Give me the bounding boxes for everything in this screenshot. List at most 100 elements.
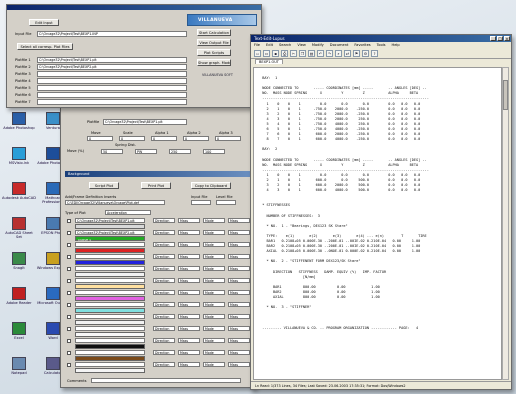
row-checkbox[interactable] [67, 339, 71, 343]
curve-color-bar[interactable] [75, 368, 145, 373]
copy-icon[interactable]: ❐ [299, 50, 306, 57]
row-control-select[interactable]: Mode [203, 326, 225, 331]
row-control-select[interactable]: Mass [178, 266, 200, 271]
row-control-select[interactable]: Direction [153, 302, 175, 307]
curve-color-bar[interactable] [75, 284, 145, 289]
row-checkbox[interactable] [67, 219, 71, 223]
plot-path-input[interactable] [75, 314, 145, 319]
curve-color-bar[interactable] [75, 260, 145, 265]
desktop-icon[interactable]: Excel [2, 322, 36, 340]
plot-path-input[interactable] [75, 326, 145, 331]
select-all-plotfiles-button[interactable]: Select all corresp. Plot Files [17, 43, 73, 50]
row-control-select[interactable]: Mass [178, 350, 200, 355]
value-field[interactable]: 0 [183, 136, 209, 141]
definition-input[interactable]: C:\EDI\Orcage32\Villanueva\Orcage\Plot.d… [65, 200, 165, 205]
row-control-select[interactable]: Mass [178, 290, 200, 295]
row-control-select[interactable]: Direction [153, 326, 175, 331]
value-field[interactable]: 0 [151, 136, 177, 141]
input-file-field[interactable]: C:\Orcage32\Project\Test\BEXP1.INP [37, 31, 187, 37]
plotfile-input[interactable] [37, 85, 187, 91]
help-icon[interactable]: ? [371, 50, 378, 57]
row-control-select[interactable]: Mass [178, 338, 200, 343]
row-checkbox[interactable] [67, 327, 71, 331]
row-control-select[interactable]: Mass [178, 302, 200, 307]
row-control-select[interactable]: Mass [228, 278, 250, 283]
desktop-icon[interactable]: SnagIt [2, 252, 36, 270]
row-control-select[interactable]: Mode [203, 218, 225, 223]
row-control-select[interactable]: Direction [153, 350, 175, 355]
plotfile-input[interactable] [37, 71, 187, 77]
close-icon[interactable]: × [504, 36, 510, 41]
plot-path-input[interactable]: C:\Orcage32\Project\Test\BEXP2.plt [75, 230, 145, 235]
row-control-select[interactable]: Direction [153, 314, 175, 319]
vertical-scrollbar[interactable] [502, 67, 509, 380]
bookmark-icon[interactable]: ⚑ [353, 50, 360, 57]
parameter-field[interactable]: PW [135, 149, 157, 154]
row-checkbox[interactable] [67, 363, 71, 367]
row-control-select[interactable]: Mass [178, 326, 200, 331]
script-plot-button[interactable]: Script Plot [89, 182, 119, 189]
row-control-select[interactable]: Direction [153, 338, 175, 343]
curve-color-bar[interactable] [75, 332, 145, 337]
open-folder-icon[interactable]: ▭ [263, 50, 270, 57]
row-control-select[interactable]: Mode [203, 254, 225, 259]
plotfile-input[interactable] [37, 78, 187, 84]
menu-item[interactable]: Search [279, 42, 291, 48]
plot-path-input[interactable] [75, 278, 145, 283]
scrollbar-thumb[interactable] [503, 80, 508, 110]
plot-path-input[interactable] [75, 338, 145, 343]
desktop-icon[interactable]: Adobe Photoshop [2, 112, 36, 130]
row-control-select[interactable]: Mass [228, 290, 250, 295]
row-control-select[interactable]: Mass [228, 218, 250, 223]
redo-icon[interactable]: ↷ [326, 50, 333, 57]
curve-color-bar[interactable] [75, 308, 145, 313]
minimize-icon[interactable]: _ [490, 36, 496, 41]
paste-icon[interactable]: ▤ [308, 50, 315, 57]
level-file-field[interactable] [216, 200, 236, 205]
row-checkbox[interactable] [67, 267, 71, 271]
menu-item[interactable]: Favorites [354, 42, 370, 48]
parameter-field[interactable]: 50 [101, 149, 123, 154]
plot-path-input[interactable] [75, 266, 145, 271]
menu-item[interactable]: Modify [312, 42, 324, 48]
curve-color-bar[interactable]: CURVE 1 [75, 236, 145, 242]
desktop-icon[interactable]: Adobe Reader [2, 287, 36, 305]
row-control-select[interactable]: Mass [228, 350, 250, 355]
tab-document[interactable]: BEXP1.OUT [255, 59, 283, 64]
print-icon[interactable]: ⎙ [281, 50, 288, 57]
menu-item[interactable]: View [297, 42, 306, 48]
row-control-select[interactable]: Direction [153, 278, 175, 283]
row-control-select[interactable]: Mass [178, 278, 200, 283]
text-editor-titlebar[interactable]: Text-Edit-Lupus _ □ × [251, 35, 511, 42]
row-checkbox[interactable] [67, 315, 71, 319]
maximize-icon[interactable]: □ [497, 36, 503, 41]
value-field[interactable]: 0 [87, 136, 113, 141]
row-control-select[interactable]: Mode [203, 362, 225, 367]
desktop-icon[interactable]: Notepad [2, 357, 36, 375]
row-checkbox[interactable] [67, 279, 71, 283]
row-control-select[interactable]: Mode [203, 350, 225, 355]
plot-path-input[interactable] [75, 242, 145, 247]
plot-scripts-button[interactable]: Plot Scripts [197, 49, 231, 56]
row-control-select[interactable]: Direction [153, 290, 175, 295]
undo-icon[interactable]: ↶ [317, 50, 324, 57]
row-control-select[interactable]: Mass [228, 302, 250, 307]
value-field[interactable]: 0 [215, 136, 241, 141]
curve-color-bar[interactable] [75, 296, 145, 301]
row-control-select[interactable]: Mass [228, 338, 250, 343]
curve-color-bar[interactable] [75, 320, 145, 325]
row-control-select[interactable]: Mass [228, 314, 250, 319]
view-output-button[interactable]: View Output File [197, 39, 231, 46]
row-control-select[interactable]: Mode [203, 230, 225, 235]
plot-path-input[interactable]: C:\Orcage32\Project\Test\BEXP1.plt [75, 218, 145, 223]
row-checkbox[interactable] [67, 255, 71, 259]
row-control-select[interactable]: Mode [203, 314, 225, 319]
menu-item[interactable]: Tools [377, 42, 386, 48]
replace-icon[interactable]: ⇄ [344, 50, 351, 57]
plotfile-input[interactable] [37, 92, 187, 98]
type-of-plot-select[interactable]: Acceleration [105, 210, 151, 215]
row-control-select[interactable]: Mass [178, 362, 200, 367]
row-control-select[interactable]: Mode [203, 338, 225, 343]
row-control-select[interactable]: Direction [153, 362, 175, 367]
row-control-select[interactable]: Mode [203, 302, 225, 307]
